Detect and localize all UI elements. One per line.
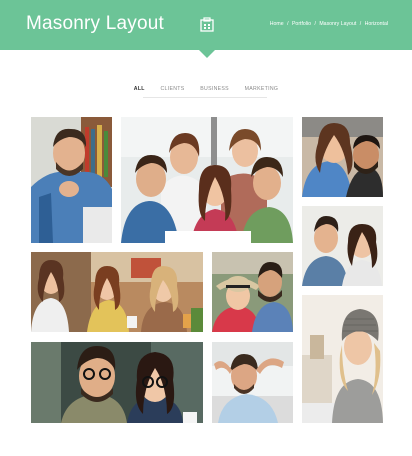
breadcrumb-separator: / — [287, 21, 289, 27]
gallery-photo-5[interactable] — [31, 252, 203, 332]
page-title: Masonry Layout — [26, 13, 164, 34]
breadcrumb-separator: / — [359, 21, 362, 27]
filter-tab-clients[interactable]: CLIENTS — [161, 84, 185, 97]
filter-tabs: ALL CLIENTS BUSINESS MARKETING — [0, 84, 412, 98]
filter-tab-marketing[interactable]: MARKETING — [245, 84, 279, 97]
gallery-photo-7[interactable] — [302, 295, 383, 423]
breadcrumb-current: Horizontal — [364, 21, 388, 27]
breadcrumb: Home / Portfolio / Masonry Layout / Hori… — [270, 21, 388, 27]
breadcrumb-home[interactable]: Home — [270, 21, 284, 27]
gallery-photo-9[interactable] — [212, 342, 293, 423]
gallery-photo-6[interactable] — [212, 252, 293, 332]
portfolio-icon — [200, 17, 214, 32]
gallery-photo-3[interactable] — [302, 117, 383, 197]
breadcrumb-masonry-layout[interactable]: Masonry Layout — [319, 21, 356, 27]
page-header: Masonry Layout Home / Portfolio / Masonr… — [0, 0, 412, 50]
header-notch — [199, 50, 215, 58]
gallery-photo-1[interactable] — [31, 117, 112, 243]
breadcrumb-portfolio[interactable]: Portfolio — [292, 21, 311, 27]
filter-tab-business[interactable]: BUSINESS — [200, 84, 229, 97]
filter-underline — [143, 97, 267, 98]
gallery-photo-8[interactable] — [31, 342, 203, 423]
gallery-photo-4[interactable] — [302, 206, 383, 286]
gallery-photo-2[interactable] — [121, 117, 293, 243]
filter-tab-all[interactable]: ALL — [134, 84, 145, 97]
breadcrumb-separator: / — [314, 21, 316, 27]
